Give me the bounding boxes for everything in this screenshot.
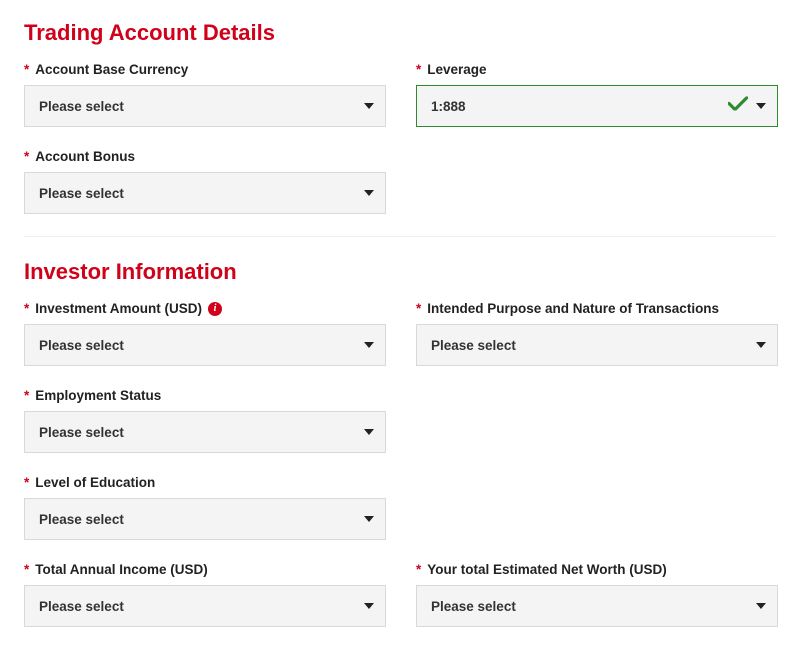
select-wrap-bonus: Please select <box>24 172 386 214</box>
row-trading-2: * Account Bonus Please select <box>24 149 776 214</box>
label-text: Level of Education <box>35 475 155 490</box>
label-bonus: * Account Bonus <box>24 149 386 164</box>
required-asterisk: * <box>416 301 421 316</box>
required-asterisk: * <box>416 62 421 77</box>
label-base-currency: * Account Base Currency <box>24 62 386 77</box>
section-title-investor: Investor Information <box>24 259 776 285</box>
label-leverage: * Leverage <box>416 62 778 77</box>
select-wrap-annual-income: Please select <box>24 585 386 627</box>
row-investor-3: * Level of Education Please select <box>24 475 776 540</box>
row-investor-1: * Investment Amount (USD) i Please selec… <box>24 301 776 366</box>
row-trading-1: * Account Base Currency Please select * … <box>24 62 776 127</box>
label-employment: * Employment Status <box>24 388 386 403</box>
field-base-currency: * Account Base Currency Please select <box>24 62 386 127</box>
select-wrap-leverage: 1:888 <box>416 85 778 127</box>
select-wrap-education: Please select <box>24 498 386 540</box>
required-asterisk: * <box>24 149 29 164</box>
field-net-worth: * Your total Estimated Net Worth (USD) P… <box>416 562 778 627</box>
select-wrap-net-worth: Please select <box>416 585 778 627</box>
required-asterisk: * <box>24 475 29 490</box>
field-employment: * Employment Status Please select <box>24 388 386 453</box>
field-leverage: * Leverage 1:888 <box>416 62 778 127</box>
required-asterisk: * <box>24 301 29 316</box>
label-text: Total Annual Income (USD) <box>35 562 208 577</box>
select-base-currency[interactable]: Please select <box>24 85 386 127</box>
select-wrap-employment: Please select <box>24 411 386 453</box>
select-wrap-invest-amount: Please select <box>24 324 386 366</box>
label-invest-amount: * Investment Amount (USD) i <box>24 301 386 316</box>
select-employment[interactable]: Please select <box>24 411 386 453</box>
label-annual-income: * Total Annual Income (USD) <box>24 562 386 577</box>
label-text: Account Bonus <box>35 149 135 164</box>
label-text: Investment Amount (USD) <box>35 301 202 316</box>
row-investor-2: * Employment Status Please select <box>24 388 776 453</box>
field-invest-amount: * Investment Amount (USD) i Please selec… <box>24 301 386 366</box>
select-invest-amount[interactable]: Please select <box>24 324 386 366</box>
field-bonus: * Account Bonus Please select <box>24 149 386 214</box>
required-asterisk: * <box>24 562 29 577</box>
required-asterisk: * <box>24 62 29 77</box>
required-asterisk: * <box>24 388 29 403</box>
label-text: Leverage <box>427 62 486 77</box>
select-wrap-purpose: Please select <box>416 324 778 366</box>
select-annual-income[interactable]: Please select <box>24 585 386 627</box>
label-text: Your total Estimated Net Worth (USD) <box>427 562 667 577</box>
row-investor-4: * Total Annual Income (USD) Please selec… <box>24 562 776 627</box>
label-education: * Level of Education <box>24 475 386 490</box>
select-net-worth[interactable]: Please select <box>416 585 778 627</box>
label-purpose: * Intended Purpose and Nature of Transac… <box>416 301 778 316</box>
section-title-trading: Trading Account Details <box>24 20 776 46</box>
field-education: * Level of Education Please select <box>24 475 386 540</box>
field-annual-income: * Total Annual Income (USD) Please selec… <box>24 562 386 627</box>
select-wrap-base-currency: Please select <box>24 85 386 127</box>
label-text: Intended Purpose and Nature of Transacti… <box>427 301 719 316</box>
info-icon[interactable]: i <box>208 302 222 316</box>
select-leverage[interactable]: 1:888 <box>416 85 778 127</box>
section-divider <box>24 236 776 237</box>
select-bonus[interactable]: Please select <box>24 172 386 214</box>
label-net-worth: * Your total Estimated Net Worth (USD) <box>416 562 778 577</box>
field-purpose: * Intended Purpose and Nature of Transac… <box>416 301 778 366</box>
select-purpose[interactable]: Please select <box>416 324 778 366</box>
label-text: Employment Status <box>35 388 161 403</box>
select-education[interactable]: Please select <box>24 498 386 540</box>
required-asterisk: * <box>416 562 421 577</box>
label-text: Account Base Currency <box>35 62 188 77</box>
